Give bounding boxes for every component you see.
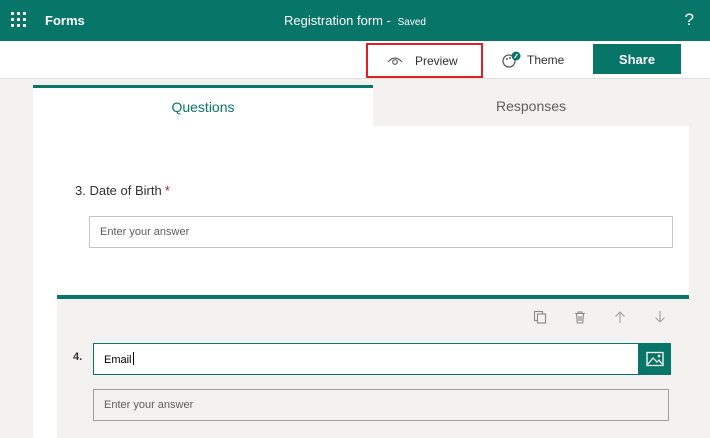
question-3-title[interactable]: 3. Date of Birth * bbox=[75, 183, 170, 198]
question-4-card[interactable]: 4. Email Enter your answer bbox=[57, 295, 689, 438]
form-title-text: Registration form bbox=[284, 13, 384, 28]
question-3-label: 3. Date of Birth bbox=[75, 183, 162, 198]
preview-button[interactable]: Preview bbox=[366, 43, 483, 78]
title-separator: - bbox=[386, 13, 391, 28]
delete-icon[interactable] bbox=[571, 308, 589, 326]
move-down-icon[interactable] bbox=[651, 308, 669, 326]
theme-label: Theme bbox=[527, 53, 565, 67]
form-title[interactable]: Registration form - Saved bbox=[0, 13, 710, 28]
required-marker: * bbox=[164, 183, 170, 198]
question-3-answer-field[interactable]: Enter your answer bbox=[89, 216, 673, 248]
tab-responses[interactable]: Responses bbox=[373, 85, 689, 126]
question-4-number: 4. bbox=[73, 351, 83, 363]
copy-icon[interactable] bbox=[531, 308, 549, 326]
insert-image-button[interactable] bbox=[638, 343, 671, 375]
theme-button[interactable]: Theme bbox=[501, 45, 564, 75]
eye-icon bbox=[387, 56, 403, 65]
editor-tabs: Questions Responses bbox=[33, 85, 689, 126]
question-4-answer-field[interactable]: Enter your answer bbox=[93, 389, 669, 421]
form-editor: Questions Responses 3. Date of Birth * En… bbox=[33, 85, 689, 438]
save-status: Saved bbox=[397, 17, 426, 28]
theme-icon bbox=[502, 51, 521, 68]
move-up-icon[interactable] bbox=[611, 308, 629, 326]
tab-questions[interactable]: Questions bbox=[33, 85, 373, 126]
image-icon bbox=[645, 351, 664, 367]
app-header: Forms Registration form - Saved ? bbox=[0, 0, 710, 41]
question-4-title-input[interactable]: Email bbox=[93, 343, 671, 375]
question-4-toolbar bbox=[531, 308, 669, 326]
preview-label: Preview bbox=[415, 53, 458, 68]
form-toolbar: Preview Theme Share bbox=[0, 41, 710, 79]
help-button[interactable]: ? bbox=[685, 10, 694, 30]
question-4-title-value: Email bbox=[104, 352, 134, 366]
share-button[interactable]: Share bbox=[593, 44, 681, 74]
